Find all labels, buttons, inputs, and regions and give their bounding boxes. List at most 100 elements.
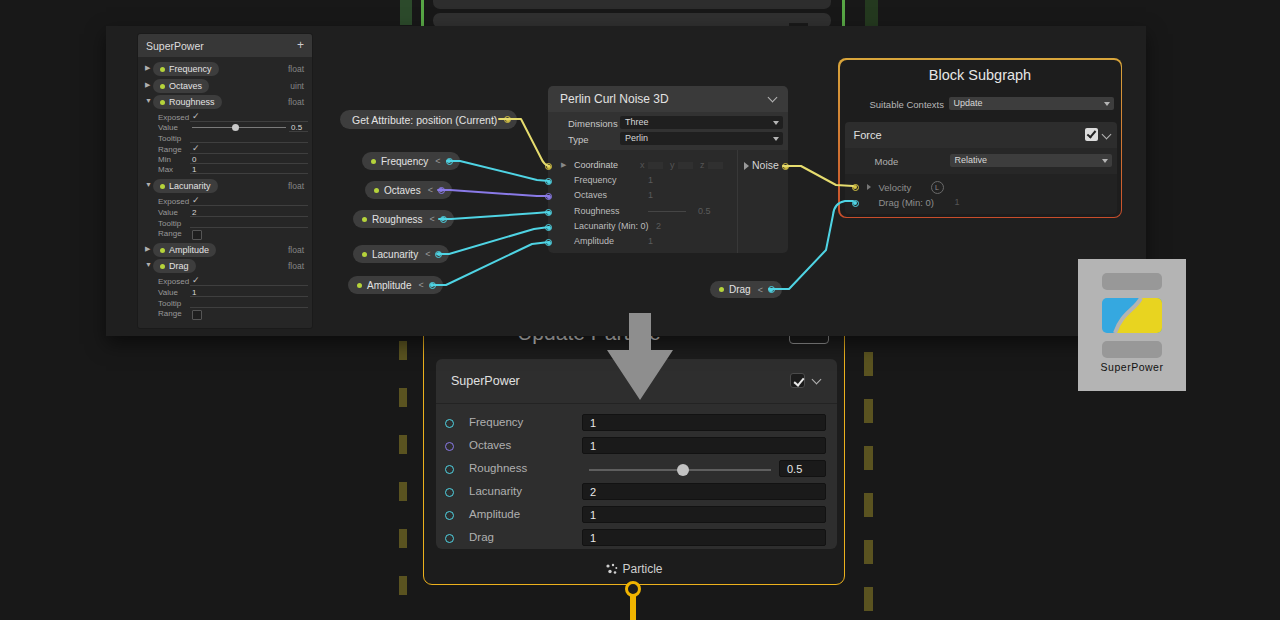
param-node-amplitude[interactable]: Amplitude< <box>348 276 443 294</box>
field-label: Tooltip <box>158 219 181 228</box>
param-port[interactable] <box>768 286 775 293</box>
blackboard-panel[interactable]: SuperPower + ▶ Frequency float ▶ Octaves… <box>137 33 313 329</box>
superpower-block-checkbox[interactable] <box>790 373 805 388</box>
expander-icon[interactable]: ▼ <box>145 97 152 104</box>
param-node-lacunarity[interactable]: Lacunarity< <box>353 245 449 263</box>
perlin-input-port[interactable] <box>545 163 552 170</box>
get-attribute-node[interactable]: Get Attribute: position (Current) <box>340 110 517 129</box>
perlin-input-port[interactable] <box>545 224 552 231</box>
blackboard-param-roughness[interactable]: Roughness <box>153 95 222 109</box>
perlin-input-port[interactable] <box>545 209 552 216</box>
row-input[interactable]: 1 <box>582 529 826 546</box>
collapse-chevron: < <box>428 185 433 195</box>
param-type: uint <box>290 81 304 91</box>
background-node-strip-1 <box>433 0 831 9</box>
coordinate-expander[interactable]: ▶ <box>561 161 566 169</box>
exposed-checkbox[interactable]: ✓ <box>192 196 200 204</box>
perlin-collapse-chevron[interactable] <box>768 93 778 103</box>
ghost-box <box>708 162 723 169</box>
port-drag[interactable] <box>445 534 454 543</box>
ghost-y: y <box>670 160 675 170</box>
dimensions-dropdown[interactable]: Three <box>620 116 783 129</box>
row-input[interactable]: 1 <box>582 414 826 431</box>
velocity-link-badge: L <box>931 181 944 194</box>
output-expander <box>744 162 749 170</box>
drag-port[interactable] <box>852 200 859 207</box>
context-footer: Particle <box>424 562 844 576</box>
perlin-curl-noise-node[interactable]: Perlin Curl Noise 3D Dimensions Three Ty… <box>548 86 788 253</box>
field-label: Value <box>158 208 178 217</box>
perlin-node-header[interactable]: Perlin Curl Noise 3D <box>548 86 788 112</box>
blackboard-param-amplitude[interactable]: Amplitude <box>153 243 216 257</box>
suitable-contexts-dropdown[interactable]: Update <box>949 97 1114 110</box>
get-attribute-output-port[interactable] <box>504 116 511 123</box>
port-amplitude[interactable] <box>445 511 454 520</box>
perlin-input-port[interactable] <box>545 193 552 200</box>
param-dot <box>371 159 376 164</box>
force-collapse-chevron[interactable] <box>1101 129 1111 139</box>
flow-dashed-line-right <box>864 352 873 614</box>
setting-label: Dimensions <box>568 118 618 129</box>
collapse-chevron: < <box>758 285 763 295</box>
wire-frequency <box>447 161 549 181</box>
param-type: float <box>288 261 304 271</box>
roughness-value[interactable]: 0.5 <box>779 460 826 477</box>
row-input[interactable]: 1 <box>582 506 826 523</box>
perlin-input-port[interactable] <box>545 239 552 246</box>
expander-icon[interactable]: ▼ <box>145 181 152 188</box>
range-checkbox[interactable]: ✓ <box>192 144 200 152</box>
field-label: Range <box>158 309 182 318</box>
expander-icon[interactable]: ▶ <box>145 81 150 89</box>
superpower-block-collapse-chevron[interactable] <box>812 375 822 385</box>
perlin-output-port[interactable] <box>782 163 789 170</box>
param-node-drag[interactable]: Drag< <box>710 281 782 298</box>
param-port[interactable] <box>429 282 436 289</box>
force-title: Force <box>854 129 882 141</box>
port-octaves[interactable] <box>445 442 454 451</box>
port-frequency[interactable] <box>445 419 454 428</box>
context-flow-anchor[interactable] <box>625 581 641 597</box>
port-roughness[interactable] <box>445 465 454 474</box>
param-dot <box>160 264 165 269</box>
param-type: float <box>288 181 304 191</box>
param-port[interactable] <box>440 216 447 223</box>
param-node-frequency[interactable]: Frequency< <box>362 152 460 170</box>
velocity-port[interactable] <box>852 184 859 191</box>
param-dot <box>719 287 724 292</box>
block-subgraph-node[interactable]: Block Subgraph Suitable Contexts Update … <box>838 58 1122 218</box>
expander-icon[interactable]: ▶ <box>145 245 150 253</box>
param-port[interactable] <box>435 251 442 258</box>
port-lacunarity[interactable] <box>445 488 454 497</box>
range-checkbox-unchecked[interactable] <box>192 230 202 240</box>
row-input[interactable]: 2 <box>582 483 826 500</box>
param-node-octaves[interactable]: Octaves< <box>365 181 452 199</box>
blackboard-param-drag[interactable]: Drag <box>153 259 196 273</box>
ghost-value: 1 <box>648 175 653 185</box>
blackboard-param-octaves[interactable]: Octaves <box>153 79 209 93</box>
range-checkbox-unchecked[interactable] <box>192 310 202 320</box>
value-slider-track[interactable] <box>192 127 286 128</box>
param-node-roughness[interactable]: Roughness< <box>353 210 454 228</box>
field-label: Value <box>158 123 178 132</box>
exposed-checkbox[interactable]: ✓ <box>192 276 200 284</box>
expander-icon[interactable]: ▼ <box>145 261 152 268</box>
exposed-checkbox[interactable]: ✓ <box>192 112 200 120</box>
roughness-slider-handle[interactable] <box>677 464 689 476</box>
param-port[interactable] <box>438 187 445 194</box>
force-block[interactable]: Force Mode Relative Velocity L <box>845 122 1117 214</box>
row-label: Octaves <box>469 439 511 451</box>
blackboard-param-frequency[interactable]: Frequency <box>153 62 219 76</box>
blackboard-param-lacunarity[interactable]: Lacunarity <box>153 179 218 193</box>
value-slider-handle[interactable] <box>232 124 239 131</box>
perlin-input-port[interactable] <box>545 178 552 185</box>
row-input[interactable]: 1 <box>582 437 826 454</box>
input-label: Amplitude <box>574 236 614 246</box>
expander-icon[interactable]: ▶ <box>145 64 150 72</box>
blackboard-add-button[interactable]: + <box>297 38 304 52</box>
asset-card[interactable]: SuperPower <box>1078 259 1186 391</box>
drag-ghost-value: 1 <box>955 197 960 207</box>
mode-dropdown[interactable]: Relative <box>950 154 1112 167</box>
force-checkbox[interactable] <box>1085 128 1098 141</box>
type-dropdown[interactable]: Perlin <box>620 132 783 145</box>
param-port[interactable] <box>446 158 453 165</box>
